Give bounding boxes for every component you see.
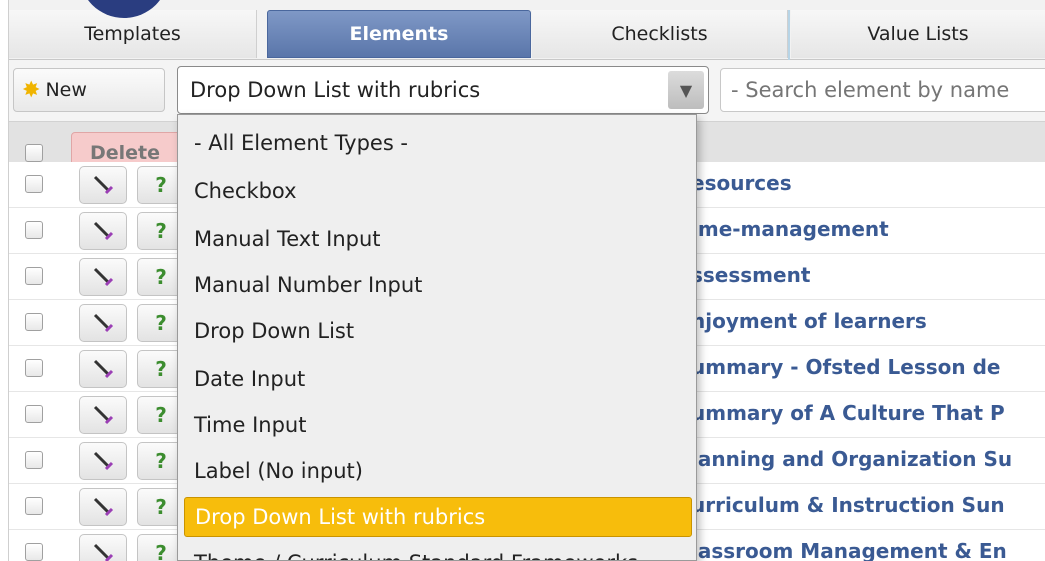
toolbar: ✸ New Drop Down List with rubrics ▼ [9, 60, 1045, 122]
tab-templates[interactable]: Templates [9, 10, 257, 58]
dropdown-option[interactable]: Date Input [184, 359, 692, 399]
tab-divider [788, 10, 790, 60]
pencil-icon [93, 221, 114, 241]
edit-button[interactable] [79, 304, 127, 342]
element-type-select-value: Drop Down List with rubrics [190, 78, 481, 102]
question-icon: ? [155, 311, 167, 335]
element-name-link[interactable]: ssessment [691, 263, 810, 287]
dropdown-option-label: Theme / Curriculum Standard Frameworks [194, 551, 638, 560]
edit-button[interactable] [79, 212, 127, 250]
triangle-down-icon[interactable]: ▼ [668, 71, 704, 109]
element-type-select[interactable]: Drop Down List with rubrics ▼ [177, 66, 709, 114]
tab-label: Elements [349, 23, 449, 45]
dropdown-option[interactable]: Manual Text Input [184, 219, 692, 259]
dropdown-option[interactable]: Drop Down List [184, 311, 692, 351]
question-icon: ? [155, 403, 167, 427]
question-icon: ? [155, 219, 167, 243]
question-icon: ? [155, 449, 167, 473]
tab-label: Templates [84, 23, 181, 45]
pencil-icon [93, 543, 114, 561]
pencil-icon [93, 175, 114, 195]
dropdown-option[interactable]: Manual Number Input [184, 265, 692, 305]
dropdown-option-label: Time Input [194, 413, 307, 437]
tab-checklists[interactable]: Checklists [532, 10, 788, 58]
dropdown-option-selected[interactable]: Drop Down List with rubrics [184, 497, 692, 537]
dropdown-option[interactable]: Label (No input) [184, 451, 692, 491]
element-name-link[interactable]: ummary - Ofsted Lesson de [691, 355, 1001, 379]
new-button-label: New [45, 79, 87, 101]
search-input[interactable] [720, 68, 1045, 112]
edit-button[interactable] [79, 350, 127, 388]
dropdown-option[interactable]: - All Element Types - [184, 123, 692, 163]
pencil-icon [93, 359, 114, 379]
dropdown-option[interactable]: Time Input [184, 405, 692, 445]
select-all-checkbox[interactable] [25, 144, 43, 162]
edit-button[interactable] [79, 534, 127, 561]
row-checkbox[interactable] [25, 221, 43, 239]
dropdown-option-label: Date Input [194, 367, 306, 391]
dropdown-option[interactable]: Checkbox [184, 171, 692, 211]
row-checkbox[interactable] [25, 497, 43, 515]
dropdown-option[interactable]: Theme / Curriculum Standard Frameworks [184, 543, 692, 560]
pencil-icon [93, 267, 114, 287]
pencil-icon [93, 451, 114, 471]
app-frame: Templates Elements Checklists Value List… [8, 0, 1045, 561]
row-checkbox[interactable] [25, 175, 43, 193]
pencil-icon [93, 497, 114, 517]
row-checkbox[interactable] [25, 267, 43, 285]
dropdown-option-label: Label (No input) [194, 459, 363, 483]
pencil-icon [93, 313, 114, 333]
tab-label: Checklists [611, 23, 708, 45]
question-icon: ? [155, 173, 167, 197]
new-button[interactable]: ✸ New [13, 68, 165, 112]
dropdown-option-label: Manual Text Input [194, 227, 381, 251]
question-icon: ? [155, 357, 167, 381]
row-checkbox[interactable] [25, 313, 43, 331]
dropdown-option-label: - All Element Types - [194, 131, 409, 155]
edit-button[interactable] [79, 488, 127, 526]
row-checkbox[interactable] [25, 451, 43, 469]
element-name-link[interactable]: lassroom Management & En [691, 539, 1007, 561]
row-checkbox[interactable] [25, 405, 43, 423]
dropdown-option-label: Drop Down List [194, 319, 355, 343]
element-name-link[interactable]: ummary of A Culture That P [691, 401, 1005, 425]
delete-button-label: Delete [90, 142, 161, 164]
element-name-link[interactable]: esources [691, 171, 792, 195]
edit-button[interactable] [79, 442, 127, 480]
dropdown-option-label: Manual Number Input [194, 273, 423, 297]
pencil-icon [93, 405, 114, 425]
element-name-link[interactable]: ime-management [691, 217, 889, 241]
tab-bar: Templates Elements Checklists Value List… [9, 0, 1045, 60]
row-checkbox[interactable] [25, 359, 43, 377]
element-name-link[interactable]: lanning and Organization Su [691, 447, 1012, 471]
question-icon: ? [155, 495, 167, 519]
row-checkbox[interactable] [25, 543, 43, 561]
question-icon: ? [155, 265, 167, 289]
star-icon: ✸ [22, 77, 41, 103]
dropdown-option-label: Drop Down List with rubrics [195, 505, 486, 529]
element-type-dropdown: - All Element Types - Checkbox Manual Te… [177, 114, 697, 561]
edit-button[interactable] [79, 396, 127, 434]
edit-button[interactable] [79, 258, 127, 296]
tab-elements[interactable]: Elements [267, 10, 531, 58]
dropdown-option-label: Checkbox [194, 179, 297, 203]
tab-value-lists[interactable]: Value Lists [791, 10, 1045, 58]
question-icon: ? [155, 541, 167, 561]
tab-label: Value Lists [867, 23, 969, 45]
element-name-link[interactable]: urriculum & Instruction Sun [691, 493, 1005, 517]
edit-button[interactable] [79, 166, 127, 204]
element-name-link[interactable]: njoyment of learners [691, 309, 927, 333]
